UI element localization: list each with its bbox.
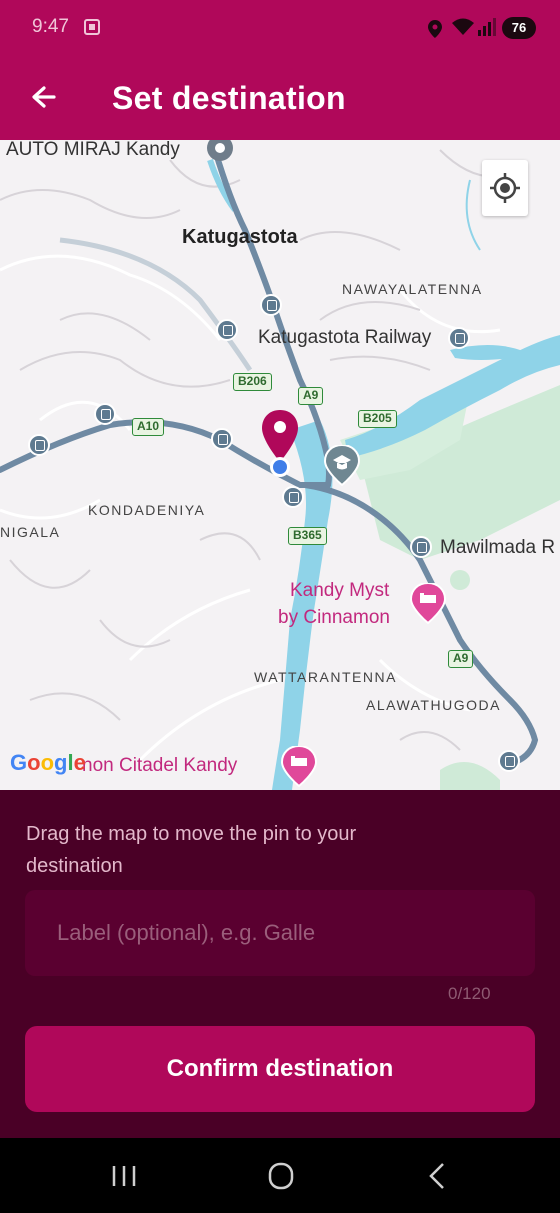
road-shield-b206: B206 (233, 373, 272, 391)
page-title: Set destination (112, 80, 346, 116)
bus-stop-icon (498, 750, 520, 772)
signal-icon (478, 18, 496, 36)
char-counter: 0/120 (448, 984, 491, 1003)
system-nav-bar (0, 1138, 560, 1213)
map-label-kondadeniya: KONDADENIYA (88, 502, 206, 518)
back-nav-button[interactable] (418, 1158, 458, 1194)
hotel-icon (281, 746, 317, 788)
confirm-destination-button[interactable]: Confirm destination (25, 1026, 535, 1112)
map-label-nigala: NIGALA (0, 524, 61, 540)
crosshair-icon (490, 173, 520, 203)
map-label-mawilmada: Mawilmada R (440, 537, 556, 558)
label-input[interactable] (25, 890, 535, 976)
screen-record-icon (84, 19, 100, 35)
train-station-icon (410, 536, 432, 558)
poi-pin-icon (207, 140, 233, 161)
wifi-icon (452, 18, 474, 35)
location-icon (428, 20, 442, 38)
map-label-alawathugoda: ALAWATHUGODA (366, 697, 501, 713)
map-label-citadel: non Citadel Kandy (82, 755, 238, 776)
back-button[interactable] (22, 76, 66, 120)
arrow-left-icon (32, 86, 56, 108)
instructions-text: Drag the map to move the pin to your des… (26, 823, 357, 877)
bus-stop-icon (94, 403, 116, 425)
map-label-wattarantenna: WATTARANTENNA (254, 669, 397, 685)
train-station-icon (448, 327, 470, 349)
university-icon (324, 445, 360, 487)
map-view[interactable]: AUTO MIRAJ Kandy Katugastota NAWAYALATEN… (0, 140, 560, 790)
home-button[interactable] (261, 1158, 301, 1194)
current-location-dot-icon (270, 457, 290, 477)
destination-panel: Drag the map to move the pin to your des… (0, 790, 560, 1138)
road-shield-b365: B365 (288, 527, 327, 545)
map-label-by-cinnamon: by Cinnamon (278, 607, 390, 628)
bus-stop-icon (28, 434, 50, 456)
status-bar: 9:47 76 (0, 0, 560, 58)
battery-indicator: 76 (502, 17, 536, 39)
road-shield-b205: B205 (358, 410, 397, 428)
map-label-auto-miraj: AUTO MIRAJ Kandy (6, 140, 180, 160)
bus-stop-icon (282, 486, 304, 508)
road-shield-a9-south: A9 (448, 650, 474, 668)
map-label-katugastota: Katugastota (182, 226, 298, 248)
my-location-button[interactable] (482, 160, 528, 216)
road-shield-a10: A10 (132, 418, 165, 436)
status-time: 9:47 (32, 16, 69, 37)
recent-apps-button[interactable] (104, 1158, 144, 1194)
app-bar: Set destination (0, 58, 560, 140)
bus-stop-icon (211, 428, 233, 450)
map-label-nawayalatenna: NAWAYALATENNA (342, 281, 483, 297)
hotel-icon (410, 583, 446, 625)
bus-stop-icon (216, 319, 238, 341)
bus-stop-icon (260, 294, 282, 316)
map-label-kandy-myst: Kandy Myst (290, 580, 390, 601)
road-shield-a9: A9 (298, 387, 324, 405)
map-label-katugastota-railway: Katugastota Railway (258, 327, 432, 348)
google-logo: Google (10, 750, 86, 775)
